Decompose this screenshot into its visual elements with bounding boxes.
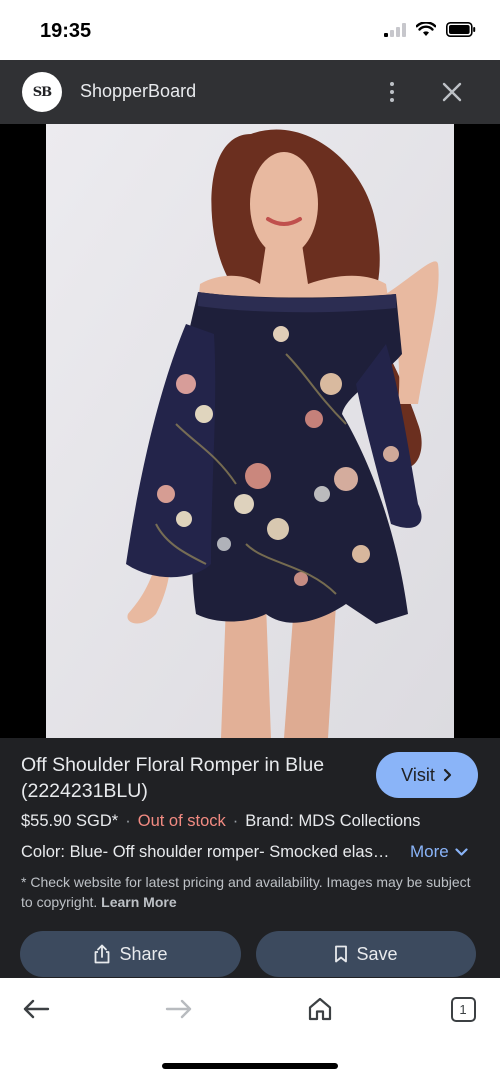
disclaimer-text: * Check website for latest pricing and a…	[21, 874, 471, 910]
product-image[interactable]	[46, 124, 454, 738]
status-bar: 19:35	[0, 0, 500, 60]
separator-dot: ·	[232, 812, 239, 830]
forward-button[interactable]	[164, 994, 194, 1024]
stock-status: Out of stock	[137, 812, 226, 830]
back-button[interactable]	[21, 994, 51, 1024]
more-options-icon[interactable]	[380, 76, 404, 108]
tab-count: 1	[450, 996, 476, 1022]
home-indicator	[162, 1063, 338, 1069]
more-button[interactable]: More	[410, 842, 468, 862]
viewer-header	[0, 60, 500, 124]
tabs-button[interactable]: 1	[448, 994, 478, 1024]
home-button[interactable]	[305, 994, 335, 1024]
product-description: Color: Blue- Off shoulder romper- Smocke…	[21, 843, 393, 861]
battery-icon	[446, 22, 476, 37]
share-icon	[95, 944, 110, 964]
save-button-label: Save	[356, 943, 398, 964]
site-logo[interactable]: SB	[22, 72, 62, 112]
product-meta: $55.90 SGD* · Out of stock · Brand: MDS Coll…	[21, 812, 420, 831]
disclaimer: * Check website for latest pricing and a…	[21, 872, 481, 912]
product-photo	[46, 124, 454, 738]
brand: Brand: MDS Collections	[245, 812, 421, 830]
learn-more-link[interactable]: Learn More	[101, 894, 176, 910]
arrow-left-icon	[23, 999, 50, 1019]
chevron-down-icon	[455, 847, 468, 856]
status-icons	[384, 22, 476, 37]
image-viewer	[0, 124, 500, 738]
status-time: 19:35	[40, 20, 92, 42]
site-name[interactable]: ShopperBoard	[80, 81, 196, 102]
price: $55.90 SGD*	[21, 812, 119, 830]
bookmark-icon	[335, 945, 348, 963]
visit-button[interactable]: Visit	[376, 752, 478, 798]
close-icon[interactable]	[440, 80, 464, 104]
wifi-icon	[416, 22, 436, 36]
home-icon	[308, 997, 332, 1021]
product-title[interactable]: Off Shoulder Floral Romper in Blue (2224…	[21, 752, 361, 804]
save-button[interactable]: Save	[256, 931, 476, 977]
share-button[interactable]: Share	[20, 931, 241, 977]
separator-dot: ·	[125, 812, 131, 830]
signal-icon	[384, 22, 406, 37]
share-button-label: Share	[119, 943, 168, 964]
visit-button-label: Visit	[401, 764, 435, 785]
arrow-right-icon	[165, 999, 192, 1019]
more-button-label: More	[410, 842, 449, 861]
chevron-right-icon	[443, 768, 451, 782]
